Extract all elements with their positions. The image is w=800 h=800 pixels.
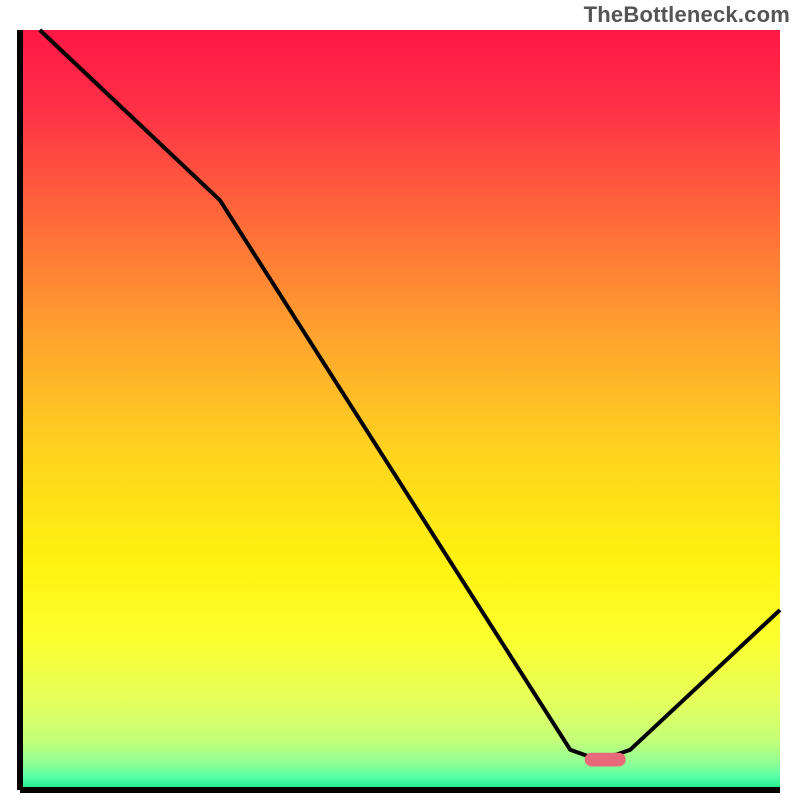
optimal-marker (585, 753, 626, 767)
watermark-text: TheBottleneck.com (584, 2, 790, 28)
chart-frame: TheBottleneck.com (0, 0, 800, 800)
bottleneck-chart (0, 0, 800, 800)
plot-background (20, 30, 780, 790)
